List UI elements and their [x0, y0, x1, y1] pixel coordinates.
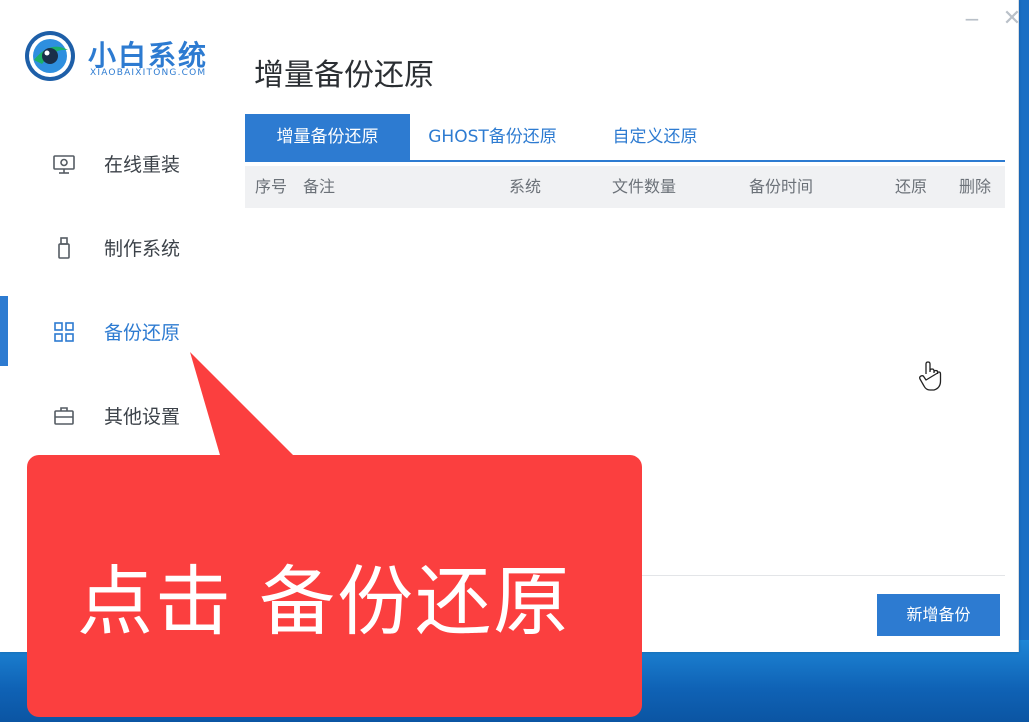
sidebar-item-make-system[interactable]: 制作系统 [0, 218, 230, 278]
minimize-button[interactable]: − [960, 8, 984, 30]
column-header-system: 系统 [509, 177, 542, 196]
column-header-delete: 删除 [959, 177, 992, 196]
grid-icon [54, 322, 74, 342]
callout-text: 点击 备份还原 [77, 557, 572, 646]
hand-cursor-icon [919, 361, 942, 391]
column-header-file-count: 文件数量 [612, 177, 677, 196]
xiaobai-logo-icon [25, 31, 75, 81]
tutorial-callout: 点击 备份还原 [27, 455, 642, 717]
column-header-note: 备注 [303, 177, 336, 196]
column-header-index: 序号 [255, 177, 288, 196]
close-button[interactable]: ✕ [1000, 8, 1024, 30]
sidebar-item-other-settings[interactable]: 其他设置 [0, 386, 230, 446]
sidebar-item-backup-restore[interactable]: 备份还原 [0, 302, 230, 362]
monitor-icon [53, 155, 75, 174]
tab-ghost-backup[interactable]: GHOST备份还原 [415, 114, 570, 160]
sidebar-item-label: 在线重装 [104, 154, 181, 176]
new-backup-button[interactable]: 新增备份 [877, 594, 1000, 636]
tab-bar: 增量备份还原 GHOST备份还原 自定义还原 [245, 114, 1005, 162]
sidebar-item-label: 制作系统 [104, 238, 181, 260]
column-header-backup-time: 备份时间 [749, 177, 814, 196]
sidebar-item-online-reinstall[interactable]: 在线重装 [0, 134, 230, 194]
column-header-restore: 还原 [895, 177, 928, 196]
sidebar-item-label: 其他设置 [104, 406, 181, 428]
tab-custom-restore[interactable]: 自定义还原 [585, 114, 725, 160]
sidebar-item-label: 备份还原 [104, 322, 181, 344]
table-header: 序号 备注 系统 文件数量 备份时间 还原 删除 [245, 166, 1005, 208]
briefcase-icon [54, 407, 74, 425]
logo-subtitle: XIAOBAIXITONG.COM [90, 68, 207, 78]
usb-drive-icon [58, 237, 70, 259]
tab-incremental-backup[interactable]: 增量备份还原 [245, 114, 410, 160]
page-title: 增量备份还原 [254, 58, 434, 93]
